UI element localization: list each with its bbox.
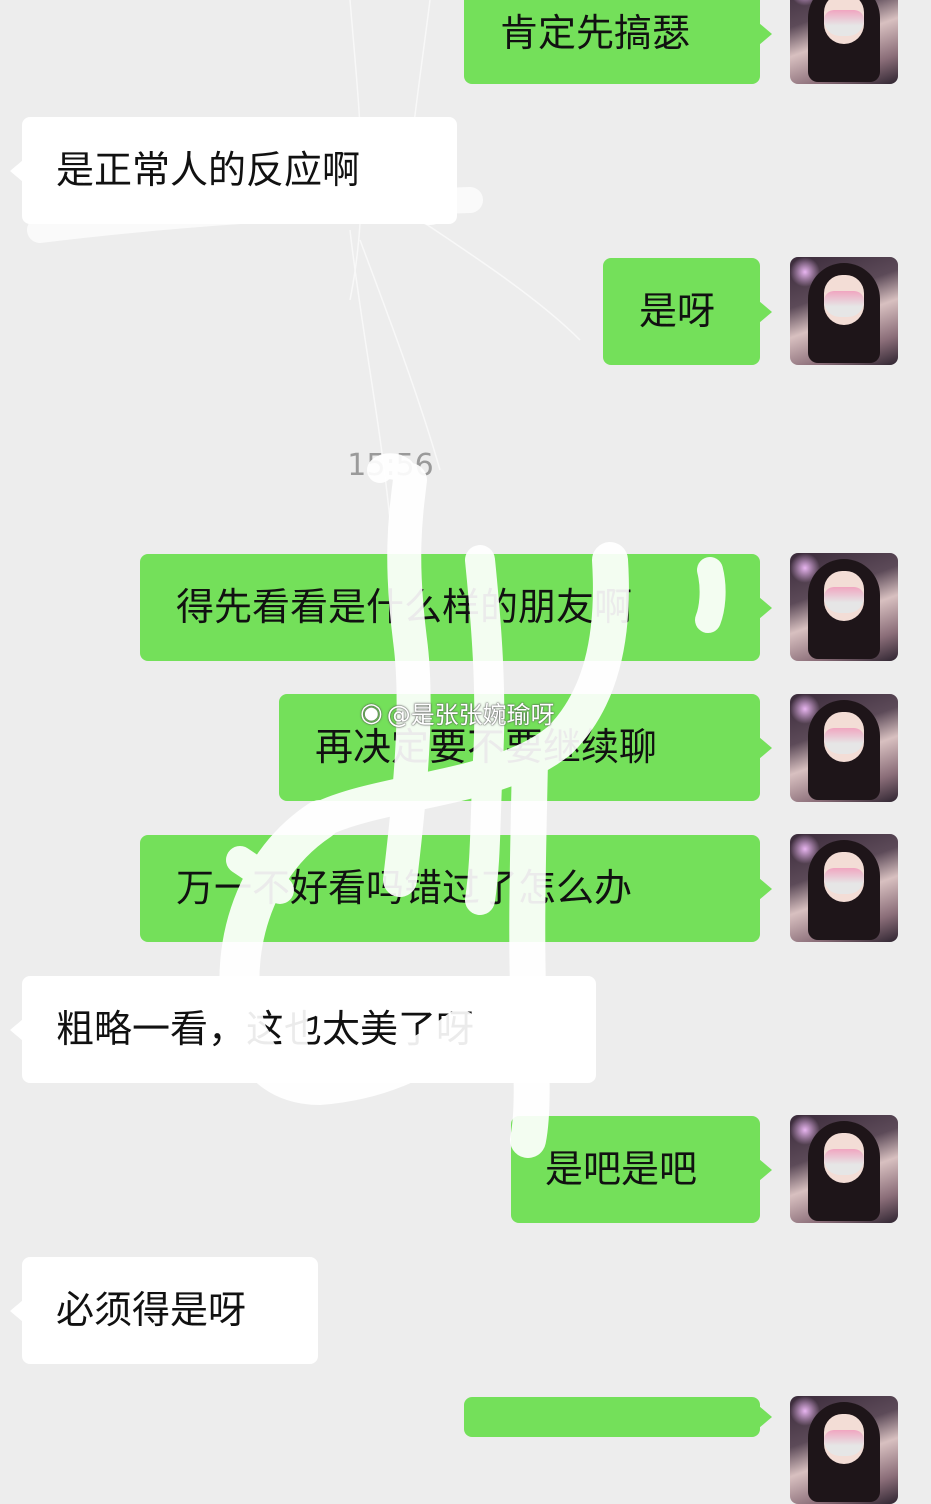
message-text: 是吧是吧 <box>545 1146 698 1191</box>
watermark-text: @是张张婉瑜呀 <box>386 701 555 729</box>
message-bubble-sent[interactable]: 得先看看是什么样的朋友啊 <box>140 554 760 661</box>
watermark: ◉ @是张张婉瑜呀 <box>360 695 555 730</box>
avatar[interactable] <box>790 0 898 84</box>
message-text: 再决定要不要继续聊 <box>315 724 658 769</box>
message-text: 是呀 <box>639 288 716 333</box>
avatar[interactable] <box>790 834 898 942</box>
message-bubble-sent[interactable]: 万一不好看吗错过了怎么办 <box>140 835 760 942</box>
message-bubble-sent[interactable]: 是呀 <box>603 258 760 365</box>
message-bubble-sent[interactable] <box>464 1397 760 1437</box>
chat-window: 肯定先搞瑟 是正常人的反应啊 是呀 15:56 得先看看是什么样的朋友啊 再决定… <box>0 0 931 1504</box>
message-bubble-received[interactable]: 是正常人的反应啊 <box>22 117 457 224</box>
weibo-icon: ◉ <box>360 697 383 728</box>
message-bubble-received[interactable]: 必须得是呀 <box>22 1257 318 1364</box>
avatar[interactable] <box>790 1396 898 1504</box>
message-timestamp: 15:56 <box>347 448 434 483</box>
avatar[interactable] <box>790 553 898 661</box>
avatar[interactable] <box>790 1115 898 1223</box>
avatar[interactable] <box>790 257 898 365</box>
message-bubble-sent[interactable]: 是吧是吧 <box>511 1116 760 1223</box>
message-bubble-received[interactable]: 粗略一看，这也太美了呀 <box>22 976 596 1083</box>
message-text: 是正常人的反应啊 <box>56 147 361 192</box>
avatar[interactable] <box>790 694 898 802</box>
message-text: 必须得是呀 <box>56 1287 247 1332</box>
message-text: 肯定先搞瑟 <box>500 11 691 56</box>
message-text: 粗略一看，这也太美了呀 <box>56 1006 475 1051</box>
message-bubble-sent[interactable]: 肯定先搞瑟 <box>464 0 760 84</box>
message-text: 万一不好看吗错过了怎么办 <box>176 865 633 910</box>
message-text: 得先看看是什么样的朋友啊 <box>176 584 633 629</box>
